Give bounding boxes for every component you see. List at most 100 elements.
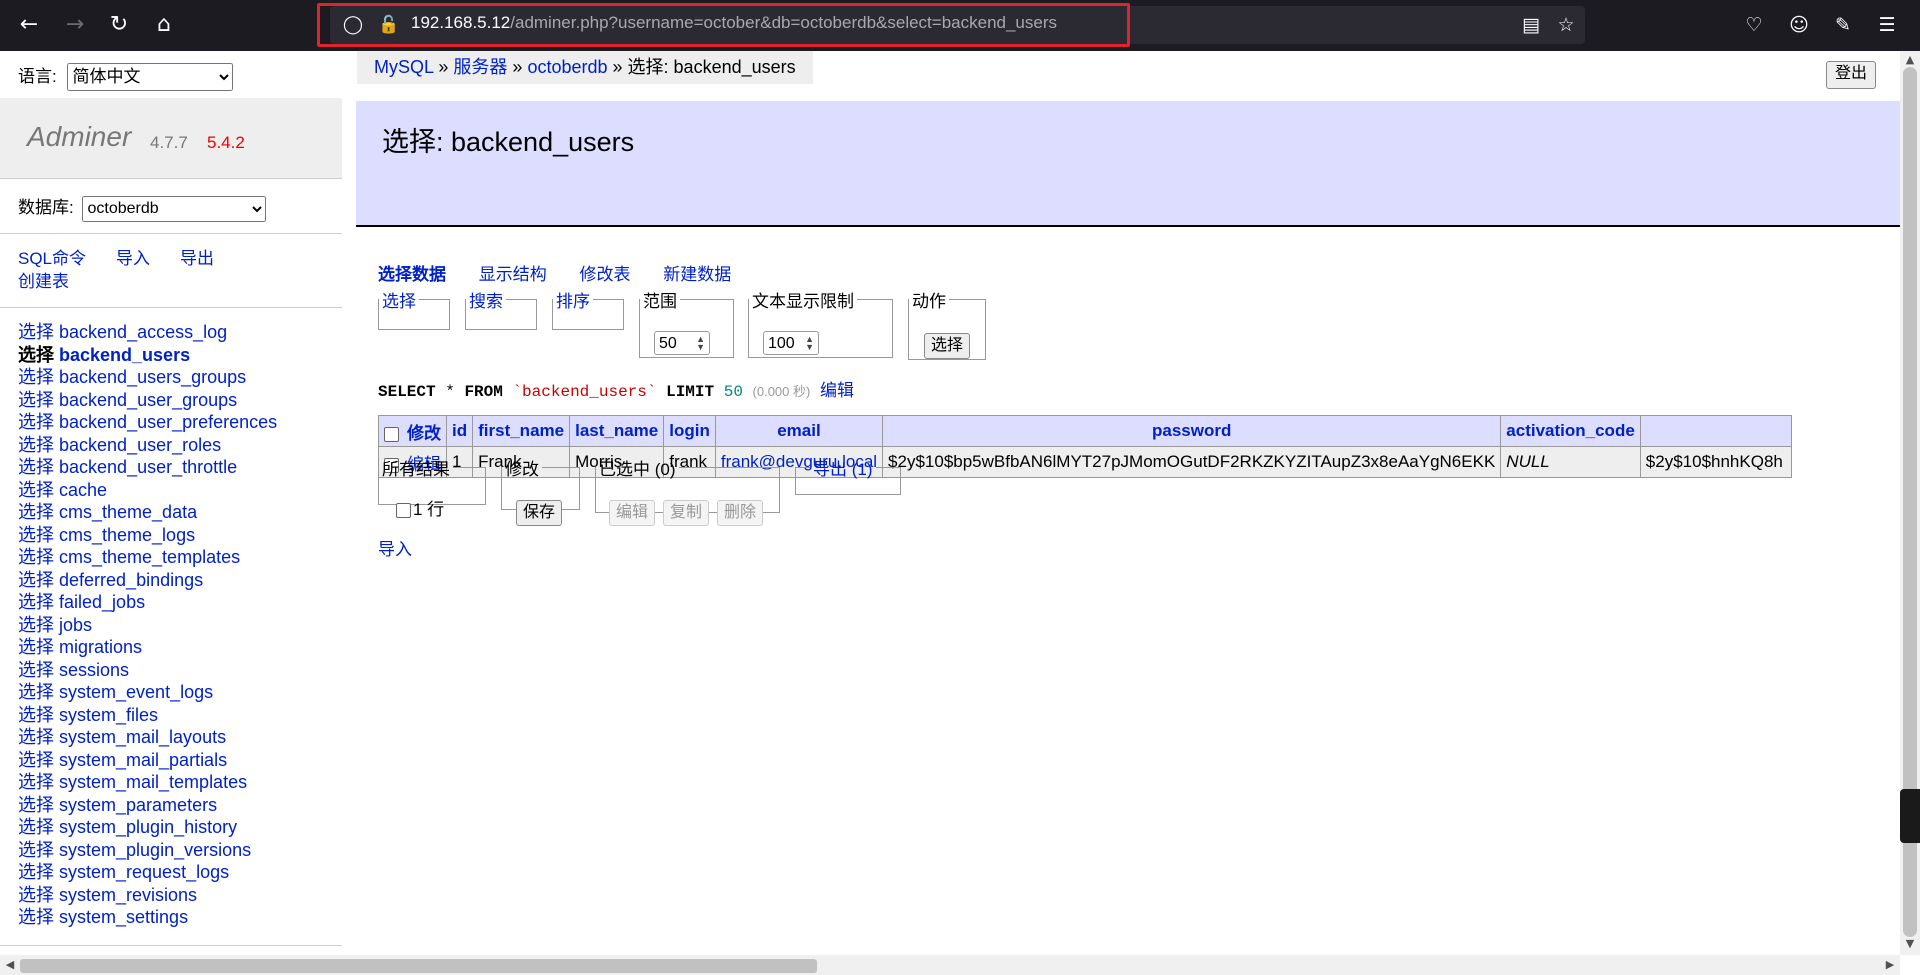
export-legend-link[interactable]: 导出 (1) bbox=[813, 460, 873, 479]
table-name-link[interactable]: backend_user_preferences bbox=[59, 412, 277, 432]
side-panel-handle[interactable] bbox=[1900, 789, 1920, 843]
table-name-link[interactable]: system_files bbox=[59, 705, 158, 725]
table-name-link[interactable]: cache bbox=[59, 480, 107, 500]
bookmark-star-icon[interactable]: ☆ bbox=[1553, 12, 1579, 38]
breadcrumb-db[interactable]: octoberdb bbox=[527, 57, 607, 77]
table-select-link[interactable]: 选择 bbox=[18, 862, 54, 882]
table-select-link[interactable]: 选择 bbox=[18, 480, 54, 500]
table-name-link[interactable]: system_plugin_versions bbox=[59, 840, 251, 860]
edit-query-link[interactable]: 编辑 bbox=[820, 381, 854, 400]
table-select-link[interactable]: 选择 bbox=[18, 570, 54, 590]
table-name-link[interactable]: jobs bbox=[59, 615, 92, 635]
language-select[interactable]: 简体中文 bbox=[67, 62, 234, 91]
table-select-link[interactable]: 选择 bbox=[18, 435, 54, 455]
table-name-link[interactable]: system_mail_templates bbox=[59, 772, 247, 792]
table-select-link[interactable]: 选择 bbox=[18, 772, 54, 792]
column-header[interactable]: first_name bbox=[472, 415, 571, 447]
table-select-link[interactable]: 选择 bbox=[18, 547, 54, 567]
table-select-link[interactable]: 选择 bbox=[18, 390, 54, 410]
spinner-icon[interactable]: ▲ ▼ bbox=[805, 335, 814, 352]
table-select-link[interactable]: 选择 bbox=[18, 795, 54, 815]
table-name-link[interactable]: cms_theme_data bbox=[59, 502, 197, 522]
database-select[interactable]: octoberdb bbox=[82, 195, 267, 222]
table-select-link[interactable]: 选择 bbox=[18, 840, 54, 860]
table-name-link[interactable]: backend_user_groups bbox=[59, 390, 237, 410]
table-name-link[interactable]: system_revisions bbox=[59, 885, 197, 905]
select-fieldset[interactable]: 选择 bbox=[378, 287, 450, 330]
table-select-link[interactable]: 选择 bbox=[18, 637, 54, 657]
table-name-link[interactable]: system_mail_partials bbox=[59, 750, 227, 770]
search-legend[interactable]: 搜索 bbox=[469, 292, 503, 311]
table-select-link[interactable]: 选择 bbox=[18, 727, 54, 747]
scroll-right-arrow-icon[interactable]: ▶ bbox=[1882, 958, 1898, 971]
breadcrumb-mysql[interactable]: MySQL bbox=[374, 57, 433, 77]
table-select-link[interactable]: 选择 bbox=[18, 322, 54, 342]
breadcrumb-server[interactable]: 服务器 bbox=[453, 57, 507, 77]
text-limit-input[interactable]: 100 ▲ ▼ bbox=[763, 331, 819, 355]
column-header[interactable]: last_name bbox=[569, 415, 665, 447]
select-legend[interactable]: 选择 bbox=[382, 292, 416, 311]
export-link[interactable]: 导出 bbox=[180, 249, 214, 268]
all-rows-checkbox[interactable] bbox=[396, 503, 411, 519]
table-select-link[interactable]: 选择 bbox=[18, 817, 54, 837]
table-name-link[interactable]: system_event_logs bbox=[59, 682, 213, 702]
table-name-link[interactable]: system_settings bbox=[59, 907, 188, 927]
modify-header-link[interactable]: 修改 bbox=[407, 424, 441, 443]
table-select-link[interactable]: 选择 bbox=[18, 592, 54, 612]
action-new-item[interactable]: 新建数据 bbox=[663, 265, 731, 284]
delete-selected-button[interactable]: 删除 bbox=[717, 500, 764, 526]
scroll-left-arrow-icon[interactable]: ◀ bbox=[2, 958, 18, 971]
table-select-link[interactable]: 选择 bbox=[18, 525, 54, 545]
table-select-link[interactable]: 选择 bbox=[18, 457, 54, 477]
import-link[interactable]: 导入 bbox=[116, 249, 150, 268]
home-icon[interactable]: ⌂ bbox=[149, 10, 179, 40]
table-name-link[interactable]: failed_jobs bbox=[59, 592, 145, 612]
new-version-link[interactable]: 5.4.2 bbox=[207, 133, 245, 153]
create-table-link[interactable]: 创建表 bbox=[18, 272, 69, 291]
table-select-link[interactable]: 选择 bbox=[18, 705, 54, 725]
save-button[interactable]: 保存 bbox=[516, 500, 563, 526]
limit-input[interactable]: 50 ▲ ▼ bbox=[654, 331, 710, 355]
action-select-data[interactable]: 选择数据 bbox=[378, 265, 446, 284]
table-name-link[interactable]: backend_user_roles bbox=[59, 435, 221, 455]
table-select-link[interactable]: 选择 bbox=[18, 345, 54, 365]
all-rows-option[interactable]: 1 行 bbox=[396, 495, 444, 520]
table-name-link[interactable]: deferred_bindings bbox=[59, 570, 203, 590]
column-header[interactable]: email bbox=[714, 415, 884, 447]
search-fieldset[interactable]: 搜索 bbox=[465, 287, 537, 330]
column-header[interactable]: id bbox=[445, 415, 474, 447]
app-logo[interactable]: Adminer bbox=[27, 121, 131, 153]
table-select-link[interactable]: 选择 bbox=[18, 907, 54, 927]
sort-fieldset[interactable]: 排序 bbox=[552, 287, 624, 330]
column-header[interactable]: activation_code bbox=[1500, 415, 1641, 447]
action-show-structure[interactable]: 显示结构 bbox=[479, 265, 547, 284]
table-name-link[interactable]: backend_access_log bbox=[59, 322, 227, 342]
table-select-link[interactable]: 选择 bbox=[18, 502, 54, 522]
table-select-link[interactable]: 选择 bbox=[18, 367, 54, 387]
reload-icon[interactable]: ↻ bbox=[104, 10, 134, 40]
scroll-down-arrow-icon[interactable]: ▼ bbox=[1902, 937, 1918, 950]
table-name-link[interactable]: backend_user_throttle bbox=[59, 457, 237, 477]
column-header[interactable] bbox=[1639, 415, 1792, 447]
table-name-link[interactable]: backend_users_groups bbox=[59, 367, 246, 387]
horizontal-scrollbar-thumb[interactable] bbox=[20, 959, 817, 973]
table-name-link[interactable]: system_request_logs bbox=[59, 862, 229, 882]
table-select-link[interactable]: 选择 bbox=[18, 615, 54, 635]
column-header[interactable]: password bbox=[882, 415, 1502, 447]
column-header[interactable]: login bbox=[663, 415, 716, 447]
spinner-icon[interactable]: ▲ ▼ bbox=[696, 335, 705, 352]
extensions-icon[interactable]: ✎ bbox=[1830, 12, 1856, 38]
table-name-link[interactable]: system_mail_layouts bbox=[59, 727, 226, 747]
export-fieldset[interactable]: 导出 (1) bbox=[795, 455, 901, 495]
sql-command-link[interactable]: SQL命令 bbox=[18, 249, 86, 268]
edit-selected-button[interactable]: 编辑 bbox=[609, 500, 656, 526]
table-select-link[interactable]: 选择 bbox=[18, 682, 54, 702]
table-select-link[interactable]: 选择 bbox=[18, 750, 54, 770]
copy-selected-button[interactable]: 复制 bbox=[663, 500, 710, 526]
table-select-link[interactable]: 选择 bbox=[18, 885, 54, 905]
select-submit-button[interactable]: 选择 bbox=[924, 333, 971, 359]
table-select-link[interactable]: 选择 bbox=[18, 660, 54, 680]
pocket-icon[interactable]: ♡ bbox=[1741, 12, 1767, 38]
table-name-link[interactable]: system_parameters bbox=[59, 795, 217, 815]
select-all-checkbox[interactable] bbox=[384, 426, 399, 442]
